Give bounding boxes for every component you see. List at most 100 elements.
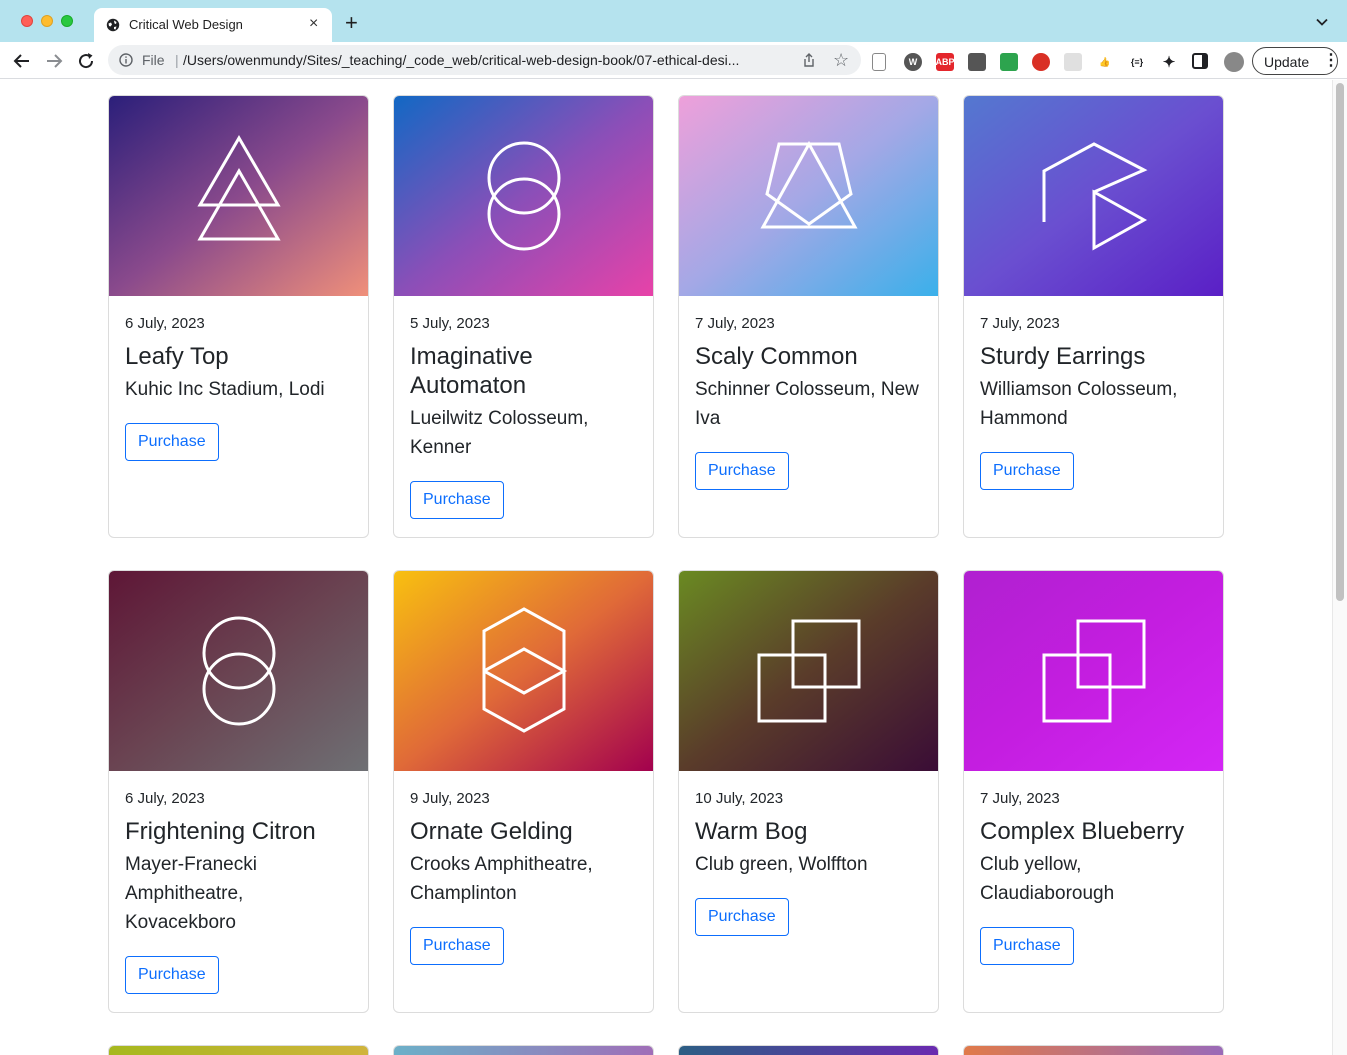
event-venue: Club green, Wolffton (695, 854, 868, 875)
hexagon-icon (394, 571, 653, 771)
play-shape-icon (964, 96, 1223, 296)
purchase-button[interactable]: Purchase (410, 481, 504, 519)
archive-icon[interactable] (968, 53, 986, 71)
event-image (964, 96, 1223, 296)
back-arrow-icon[interactable] (11, 50, 33, 72)
wordpress-icon[interactable]: W (904, 53, 922, 71)
event-card-body: 10 July, 2023 Warm Bog Club green, Wolffto… (679, 771, 938, 952)
event-date: 6 July, 2023 (125, 790, 205, 807)
maximize-window-button[interactable] (61, 15, 73, 27)
bookmark-star-icon[interactable]: ☆ (833, 50, 849, 70)
event-image (964, 571, 1223, 771)
url-text[interactable]: /Users/owenmundy/Sites/_teaching/_code_w… (183, 52, 791, 68)
event-card-body: 7 July, 2023 Complex Blueberry Club yellow… (964, 771, 1223, 981)
adblock-icon[interactable]: ABP (935, 53, 955, 71)
new-tab-button[interactable]: + (345, 12, 358, 34)
event-title: Frightening Citron (125, 818, 316, 845)
stacked-circles-icon (394, 96, 653, 296)
event-venue: Kuhic Inc Stadium, Lodi (125, 379, 325, 400)
event-image (109, 96, 368, 296)
page-viewport: 6 July, 2023 Leafy Top Kuhic Inc Stadium, … (0, 80, 1332, 1055)
overlapping-squares-icon (679, 571, 938, 771)
pentagon-triangle-icon (679, 96, 938, 296)
forward-arrow-icon[interactable] (43, 50, 65, 72)
json-ext-icon[interactable]: {≡} (1128, 53, 1146, 71)
tab-title: Critical Web Design (129, 17, 243, 32)
sidepanel-icon[interactable] (1192, 53, 1208, 69)
purchase-button[interactable]: Purchase (980, 927, 1074, 965)
event-date: 10 July, 2023 (695, 790, 784, 807)
purchase-button[interactable]: Purchase (410, 927, 504, 965)
globe-icon (106, 18, 120, 32)
purchase-button[interactable]: Purchase (125, 956, 219, 994)
address-bar[interactable]: File | /Users/owenmundy/Sites/_teaching/… (108, 45, 861, 75)
chevron-down-icon[interactable] (1315, 15, 1329, 29)
tab-close-button[interactable]: × (309, 16, 318, 32)
blocked-ext-icon[interactable] (1032, 53, 1050, 71)
event-card-body: 7 July, 2023 Sturdy Earrings Williamson Co… (964, 296, 1223, 506)
event-date: 7 July, 2023 (980, 790, 1060, 807)
event-image (394, 571, 653, 771)
menu-kebab-icon[interactable]: ⋮ (1323, 52, 1339, 70)
event-card: 7 July, 2023 Sturdy Earrings Williamson Co… (963, 95, 1224, 538)
share-icon[interactable] (801, 52, 817, 68)
event-venue: Club yellow, Claudiaborough (980, 854, 1115, 904)
overlapping-squares-icon (964, 571, 1223, 771)
purchase-button[interactable]: Purchase (695, 898, 789, 936)
event-card: 7 July, 2023 Complex Blueberry Club yellow… (963, 570, 1224, 1013)
event-image (679, 96, 938, 296)
event-date: 6 July, 2023 (125, 315, 205, 332)
purchase-button[interactable]: Purchase (695, 452, 789, 490)
event-image (679, 571, 938, 771)
event-card: 5 July, 2023 Imaginative Automaton Lueilwi… (393, 95, 654, 538)
page-icon[interactable] (872, 53, 886, 71)
event-card-partial (393, 1045, 654, 1055)
event-venue: Schinner Colosseum, New Iva (695, 379, 919, 429)
triangles-icon (109, 96, 368, 296)
event-card: 6 July, 2023 Frightening Citron Mayer-Fran… (108, 570, 369, 1013)
grid-ext-icon[interactable] (1064, 53, 1082, 71)
browser-toolbar: File | /Users/owenmundy/Sites/_teaching/… (0, 42, 1347, 79)
event-card: 7 July, 2023 Scaly Common Schinner Colosse… (678, 95, 939, 538)
event-card-partial (963, 1045, 1224, 1055)
event-card: 10 July, 2023 Warm Bog Club green, Wolffto… (678, 570, 939, 1013)
active-tab[interactable]: Critical Web Design × (94, 8, 332, 42)
event-title: Warm Bog (695, 818, 808, 845)
close-window-button[interactable] (21, 15, 33, 27)
puzzle-icon[interactable]: ✦ (1160, 53, 1178, 71)
reload-icon[interactable] (75, 50, 97, 72)
event-title: Scaly Common (695, 343, 858, 370)
event-venue: Williamson Colosseum, Hammond (980, 379, 1178, 429)
event-image (394, 96, 653, 296)
update-button[interactable]: Update ⋮ (1252, 47, 1339, 75)
event-venue: Mayer-Franecki Amphitheatre, Kovacekboro (125, 854, 257, 933)
adblock-label: ABP (935, 57, 955, 67)
event-date: 5 July, 2023 (410, 315, 490, 332)
stacked-circles-icon (109, 571, 368, 771)
event-card-body: 9 July, 2023 Ornate Gelding Crooks Amphith… (394, 771, 653, 981)
event-card-partial (678, 1045, 939, 1055)
event-card-body: 6 July, 2023 Leafy Top Kuhic Inc Stadium, … (109, 296, 368, 477)
event-card: 9 July, 2023 Ornate Gelding Crooks Amphith… (393, 570, 654, 1013)
url-scheme: File (142, 52, 165, 68)
minimize-window-button[interactable] (41, 15, 53, 27)
event-venue: Lueilwitz Colosseum, Kenner (410, 408, 589, 458)
event-date: 7 July, 2023 (980, 315, 1060, 332)
update-label: Update (1264, 54, 1310, 70)
event-title: Imaginative Automaton (410, 343, 533, 399)
info-icon[interactable] (119, 53, 133, 67)
purchase-button[interactable]: Purchase (980, 452, 1074, 490)
vertical-scrollbar[interactable] (1332, 80, 1347, 1055)
tab-strip: Critical Web Design × + (0, 0, 1347, 42)
event-title: Complex Blueberry (980, 818, 1185, 845)
avatar[interactable] (1224, 52, 1244, 72)
event-card-body: 7 July, 2023 Scaly Common Schinner Colosse… (679, 296, 938, 506)
event-card-partial (108, 1045, 369, 1055)
purchase-button[interactable]: Purchase (125, 423, 219, 461)
event-title: Ornate Gelding (410, 818, 573, 845)
event-date: 9 July, 2023 (410, 790, 490, 807)
url-separator: | (175, 52, 179, 68)
scrollbar-thumb[interactable] (1336, 83, 1344, 601)
green-ext-icon[interactable] (1000, 53, 1018, 71)
thumbs-up-icon[interactable]: 👍 (1096, 53, 1114, 71)
